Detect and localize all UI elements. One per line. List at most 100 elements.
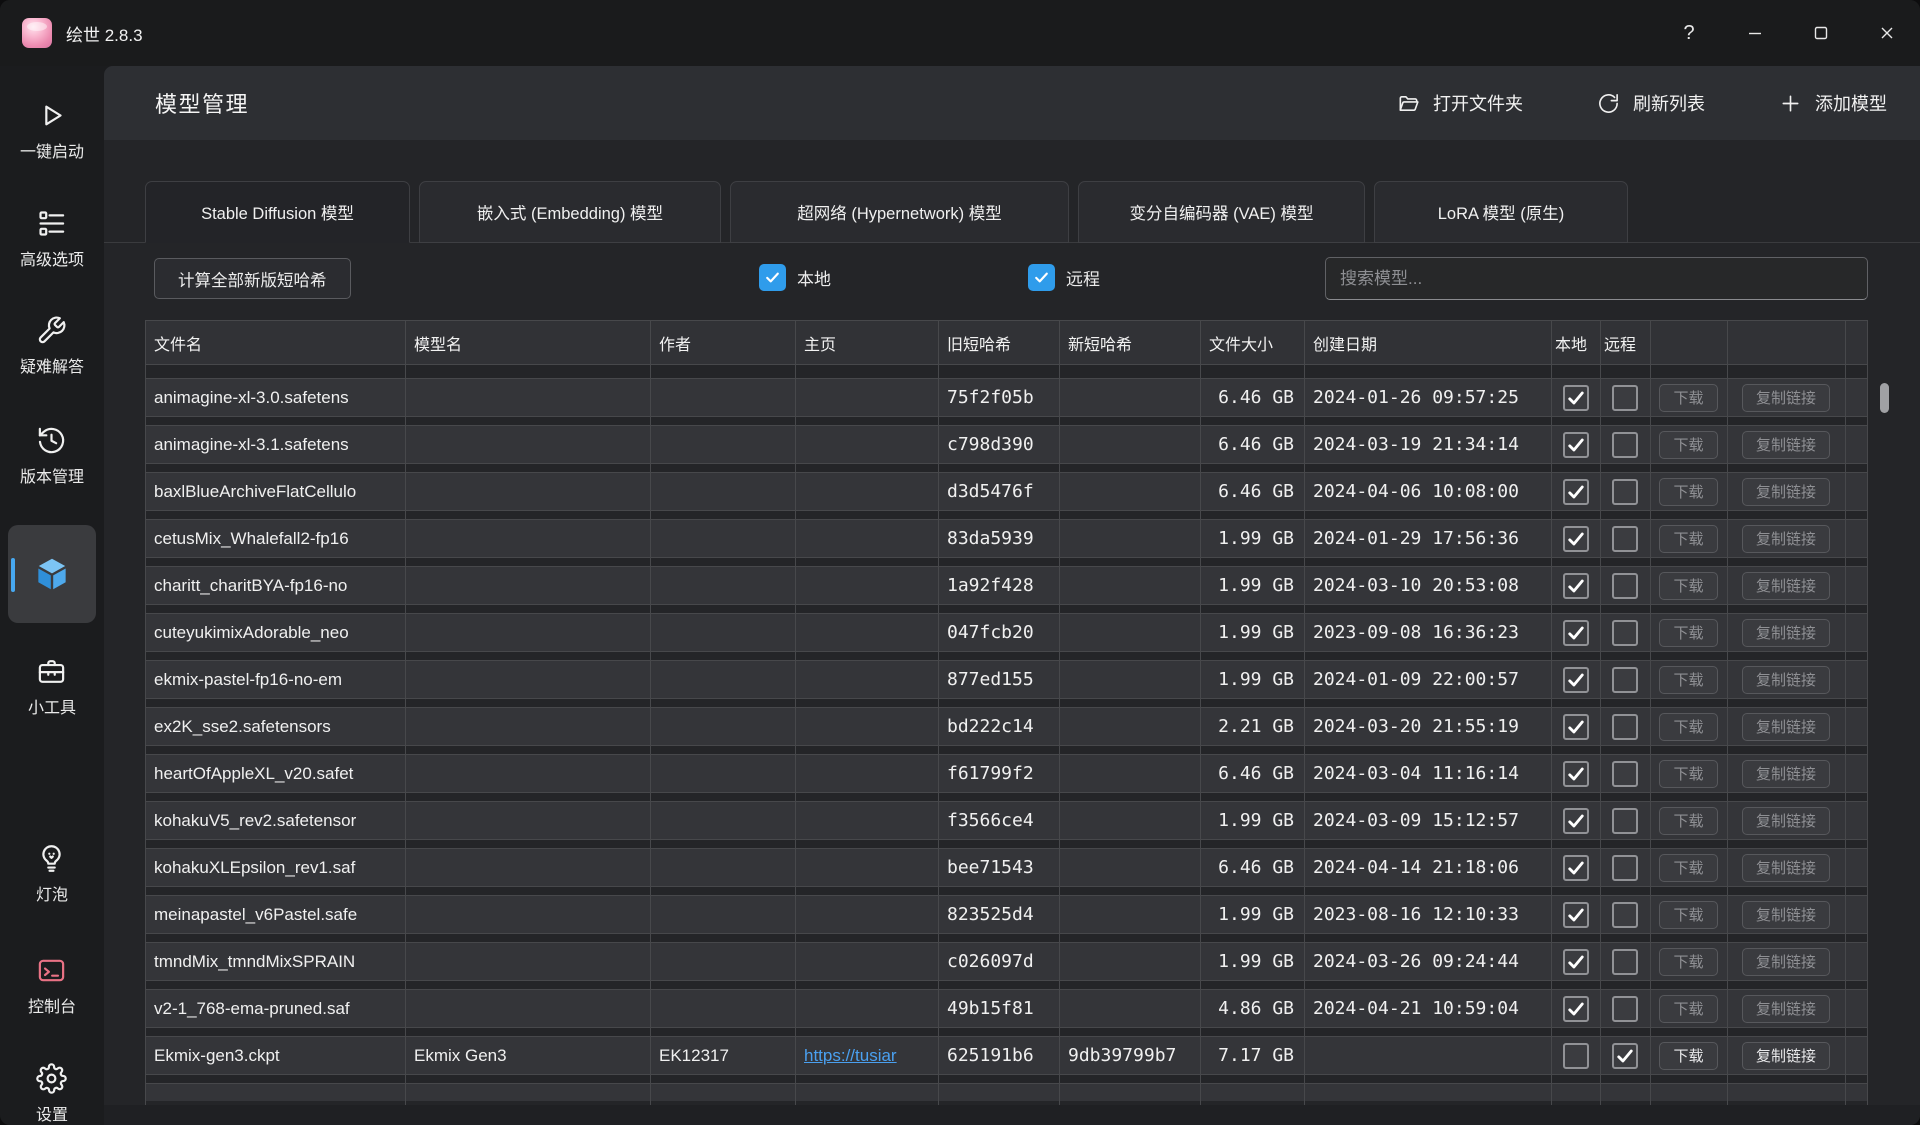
download-button[interactable]: 下载 [1659,384,1717,412]
copy-link-button[interactable]: 复制链接 [1742,948,1830,976]
local-checkbox[interactable] [1563,902,1589,928]
remote-checkbox[interactable] [1612,902,1638,928]
tab-embedding[interactable]: 嵌入式 (Embedding) 模型 [419,181,721,243]
sidebar-item-model-management-active[interactable] [8,525,96,623]
table-row[interactable]: v2-1_768-ema-pruned.saf 49b15f81 4.86 GB… [145,989,1868,1028]
table-row[interactable]: animagine-xl-3.0.safetens 75f2f05b 6.46 … [145,378,1868,417]
copy-link-button[interactable]: 复制链接 [1742,760,1830,788]
table-row[interactable]: kohakuV5_rev2.safetensor f3566ce4 1.99 G… [145,801,1868,840]
col-header-local[interactable]: 本地 [1551,331,1600,355]
homepage-link[interactable] [795,426,938,463]
remote-checkbox[interactable] [1612,385,1638,411]
copy-link-button[interactable]: 复制链接 [1742,525,1830,553]
col-header-filesize[interactable]: 文件大小 [1200,331,1304,355]
refresh-list-button[interactable]: 刷新列表 [1591,89,1711,117]
minimize-button[interactable] [1722,0,1788,66]
sidebar-item-settings[interactable]: 设置 [36,1063,68,1125]
remote-filter-checkbox[interactable]: 远程 [1028,264,1100,291]
homepage-link[interactable] [795,473,938,510]
local-checkbox[interactable] [1563,714,1589,740]
col-header-old-hash[interactable]: 旧短哈希 [938,331,1059,355]
local-checkbox[interactable] [1563,1043,1589,1069]
copy-link-button[interactable]: 复制链接 [1742,619,1830,647]
col-header-created[interactable]: 创建日期 [1304,331,1551,355]
copy-link-button[interactable]: 复制链接 [1742,995,1830,1023]
sidebar-item-troubleshoot[interactable]: 疑难解答 [20,315,84,377]
remote-checkbox[interactable] [1612,479,1638,505]
local-checkbox[interactable] [1563,667,1589,693]
copy-link-button[interactable]: 复制链接 [1742,572,1830,600]
download-button[interactable]: 下载 [1659,431,1717,459]
sidebar-item-advanced-options[interactable]: 高级选项 [20,208,84,270]
download-button[interactable]: 下载 [1659,525,1717,553]
table-row[interactable]: meinapastel_v6Pastel.safe 823525d4 1.99 … [145,895,1868,934]
maximize-button[interactable] [1788,0,1854,66]
table-row[interactable]: ekmix-pastel-fp16-no-em 877ed155 1.99 GB… [145,660,1868,699]
homepage-link[interactable] [795,567,938,604]
remote-checkbox[interactable] [1612,949,1638,975]
help-button[interactable]: ? [1656,0,1722,66]
homepage-link[interactable] [795,379,938,416]
homepage-link[interactable] [795,708,938,745]
remote-checkbox[interactable] [1612,1043,1638,1069]
download-button[interactable]: 下载 [1659,1042,1717,1070]
download-button[interactable]: 下载 [1659,948,1717,976]
remote-checkbox[interactable] [1612,526,1638,552]
copy-link-button[interactable]: 复制链接 [1742,431,1830,459]
add-model-button[interactable]: 添加模型 [1773,89,1893,117]
table-row[interactable]: ex2K_sse2.safetensors bd222c14 2.21 GB 2… [145,707,1868,746]
local-filter-checkbox[interactable]: 本地 [759,264,831,291]
download-button[interactable]: 下载 [1659,995,1717,1023]
homepage-link[interactable] [795,943,938,980]
sidebar-item-lightbulb[interactable]: 灯泡 [36,843,68,905]
remote-checkbox[interactable] [1612,667,1638,693]
col-header-remote[interactable]: 远程 [1600,331,1650,355]
local-checkbox[interactable] [1563,808,1589,834]
tab-vae[interactable]: 变分自编码器 (VAE) 模型 [1078,181,1365,243]
remote-checkbox[interactable] [1612,714,1638,740]
download-button[interactable]: 下载 [1659,572,1717,600]
download-button[interactable]: 下载 [1659,619,1717,647]
table-row[interactable]: cuteyukimixAdorable_neo 047fcb20 1.99 GB… [145,613,1868,652]
table-row[interactable]: tmndMix_tmndMixSPRAIN c026097d 1.99 GB 2… [145,942,1868,981]
download-button[interactable]: 下载 [1659,854,1717,882]
local-checkbox[interactable] [1563,855,1589,881]
homepage-link[interactable] [795,614,938,651]
homepage-link[interactable] [795,520,938,557]
compute-hashes-button[interactable]: 计算全部新版短哈希 [154,258,351,299]
homepage-link[interactable] [795,755,938,792]
col-header-modelname[interactable]: 模型名 [405,331,650,355]
local-checkbox[interactable] [1563,949,1589,975]
col-header-filename[interactable]: 文件名 [145,331,405,355]
col-header-homepage[interactable]: 主页 [795,331,938,355]
copy-link-button[interactable]: 复制链接 [1742,901,1830,929]
table-row[interactable]: animagine-xl-3.1.safetens c798d390 6.46 … [145,425,1868,464]
close-button[interactable] [1854,0,1920,66]
local-checkbox[interactable] [1563,761,1589,787]
download-button[interactable]: 下载 [1659,666,1717,694]
homepage-link[interactable] [795,849,938,886]
homepage-link[interactable]: https://tusiar [795,1037,938,1074]
remote-checkbox[interactable] [1612,620,1638,646]
open-folder-button[interactable]: 打开文件夹 [1391,89,1529,117]
copy-link-button[interactable]: 复制链接 [1742,713,1830,741]
table-row[interactable]: cetusMix_Whalefall2-fp16 83da5939 1.99 G… [145,519,1868,558]
copy-link-button[interactable]: 复制链接 [1742,384,1830,412]
copy-link-button[interactable]: 复制链接 [1742,1042,1830,1070]
homepage-link[interactable] [795,896,938,933]
copy-link-button[interactable]: 复制链接 [1742,807,1830,835]
col-header-new-hash[interactable]: 新短哈希 [1059,331,1200,355]
local-checkbox[interactable] [1563,573,1589,599]
remote-checkbox[interactable] [1612,855,1638,881]
homepage-link[interactable] [795,802,938,839]
local-checkbox[interactable] [1563,479,1589,505]
remote-checkbox[interactable] [1612,573,1638,599]
col-header-author[interactable]: 作者 [650,331,795,355]
remote-checkbox[interactable] [1612,808,1638,834]
local-checkbox[interactable] [1563,526,1589,552]
tab-stable-diffusion[interactable]: Stable Diffusion 模型 [145,181,410,243]
remote-checkbox[interactable] [1612,996,1638,1022]
search-input[interactable] [1325,257,1868,300]
download-button[interactable]: 下载 [1659,901,1717,929]
local-checkbox[interactable] [1563,432,1589,458]
